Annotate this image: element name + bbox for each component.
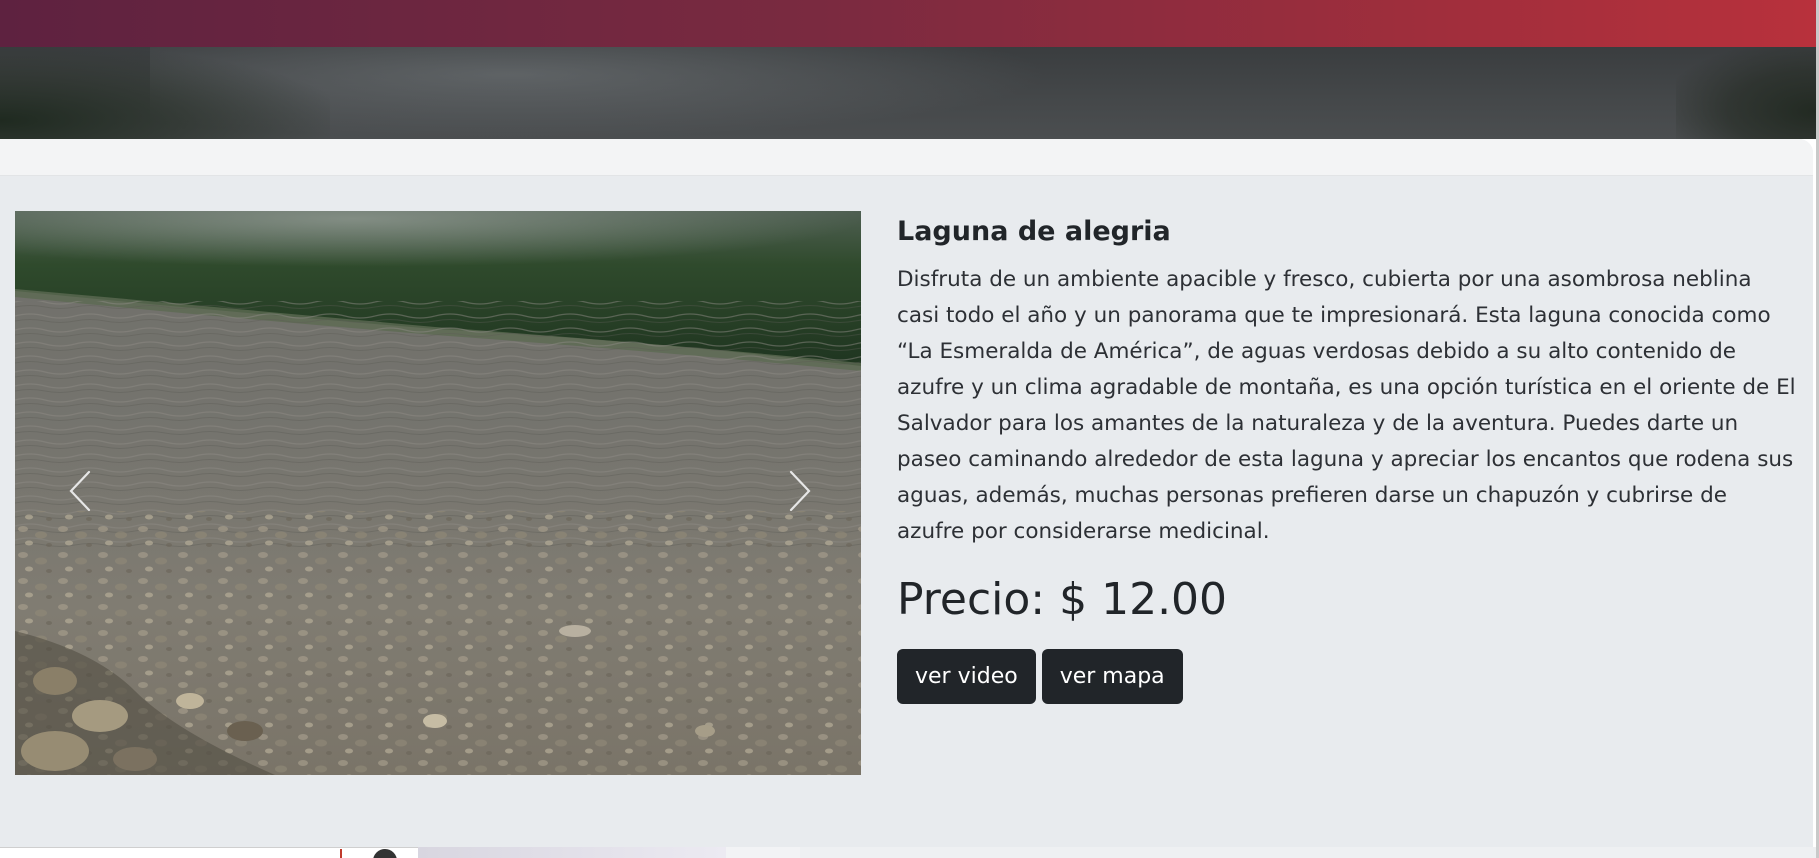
lagoon-photo bbox=[15, 211, 861, 775]
hero-banner-image bbox=[0, 47, 1816, 139]
chevron-left-icon bbox=[69, 470, 91, 512]
attraction-card: Laguna de alegria Disfruta de un ambient… bbox=[0, 139, 1813, 858]
ver-video-button[interactable]: ver video bbox=[897, 649, 1036, 704]
attraction-description: Disfruta de un ambiente apacible y fresc… bbox=[897, 267, 1796, 544]
carousel-next-button[interactable] bbox=[780, 461, 820, 521]
chevron-right-icon bbox=[789, 470, 811, 512]
ver-mapa-button[interactable]: ver mapa bbox=[1041, 649, 1183, 704]
attraction-price: Precio: $ 12.00 bbox=[897, 574, 1228, 625]
attraction-details: Laguna de alegria Disfruta de un ambient… bbox=[897, 211, 1797, 704]
taskbar-strip bbox=[0, 847, 1816, 858]
card-header bbox=[0, 139, 1813, 176]
carousel-prev-button[interactable] bbox=[60, 461, 100, 521]
site-header-bar bbox=[0, 0, 1816, 47]
page: Laguna de alegria Disfruta de un ambient… bbox=[0, 0, 1819, 858]
image-carousel[interactable] bbox=[15, 211, 861, 775]
action-buttons: ver video ver mapa bbox=[897, 649, 1797, 704]
attraction-title: Laguna de alegria bbox=[897, 216, 1171, 247]
